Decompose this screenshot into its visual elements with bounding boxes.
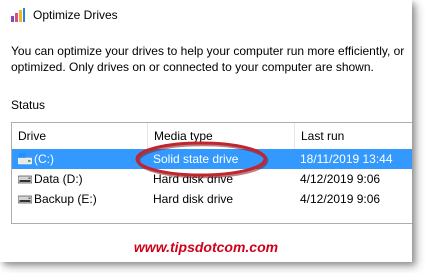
hard-disk-icon [18,195,32,204]
drive-last-run: 18/11/2019 13:44 [300,152,393,166]
drive-row-c[interactable]: (C:) Solid state drive 18/11/2019 13:44 [12,149,412,169]
windows-drive-icon [18,153,32,165]
drive-last-run: 4/12/2019 9:06 [300,172,381,186]
drive-media-type: Hard disk drive [153,172,234,186]
description-text: You can optimize your drives to help you… [11,44,412,75]
drive-media-type: Solid state drive [153,152,239,166]
drives-list[interactable]: Drive Media type Last run (C:) Solid sta… [11,122,412,224]
drive-name: (C:) [34,152,54,166]
optimize-drives-app-icon [11,8,25,22]
description-line-1: You can optimize your drives to help you… [11,44,405,58]
drive-name: Backup (E:) [34,192,97,206]
drive-row-e[interactable]: Backup (E:) Hard disk drive 4/12/2019 9:… [12,189,412,209]
title-bar: Optimize Drives [0,0,412,30]
drive-last-run: 4/12/2019 9:06 [300,192,381,206]
watermark-text: www.tipsdotcom.com [133,239,279,255]
list-header: Drive Media type Last run [12,123,412,149]
description-line-2: optimized. Only drives on or connected t… [11,59,374,74]
drive-row-d[interactable]: Data (D:) Hard disk drive 4/12/2019 9:06 [12,169,412,189]
column-header-drive[interactable]: Drive [12,123,147,149]
hard-disk-icon [18,175,32,184]
drive-name: Data (D:) [34,172,83,186]
optimize-drives-window: Optimize Drives You can optimize your dr… [0,0,412,262]
status-label: Status [11,98,46,112]
window-title: Optimize Drives [33,8,118,22]
column-header-last-run[interactable]: Last run [294,123,412,149]
drive-media-type: Hard disk drive [153,192,234,206]
column-header-media-type[interactable]: Media type [147,123,294,149]
